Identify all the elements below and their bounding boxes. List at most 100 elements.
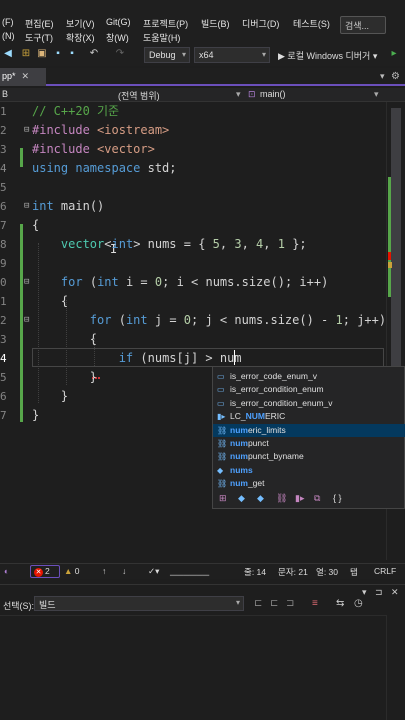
completion-item[interactable]: ▭ is_error_condition_enum_v (213, 397, 405, 410)
code-line[interactable]: 9 (0, 254, 405, 273)
code-line[interactable]: 8 vector<int> nums = { 5, 3, 4, 1 }; (0, 235, 405, 254)
new-file-icon[interactable]: ⊞ (20, 48, 32, 60)
menu-git[interactable]: Git(G) (106, 17, 131, 27)
eol-indicator[interactable]: CRLF (374, 566, 396, 576)
completion-item[interactable]: ◆ nums (213, 464, 405, 477)
output-source-dropdown[interactable]: 빌드 ▾ (34, 596, 244, 611)
more-icon[interactable]: ▸ (388, 48, 400, 60)
menu-view[interactable]: 보기(V) (66, 17, 95, 30)
completion-filter-icon[interactable]: ⛓ (276, 493, 287, 504)
fold-toggle-icon[interactable]: ⊟ (24, 311, 29, 330)
arrow-down-icon[interactable]: ↓ (122, 566, 126, 576)
menu-edit[interactable]: 편집(E) (25, 17, 54, 30)
close-icon[interactable]: ✕ (22, 71, 30, 81)
fold-toggle-icon[interactable]: ⊟ (24, 121, 29, 140)
completion-filter-icon[interactable]: ◆ (257, 493, 264, 504)
clear-all-icon[interactable]: ≡ (312, 598, 318, 609)
code-token: <vector> (97, 142, 155, 156)
word-wrap-icon[interactable]: ⇆ (336, 598, 344, 609)
chevron-down-icon: ▾ (236, 89, 241, 99)
menu-project[interactable]: 프로젝트(P) (143, 17, 188, 30)
completion-item[interactable]: ⛓ numpunct (213, 437, 405, 450)
completion-filter-icon[interactable]: ⊞ (219, 493, 227, 504)
fold-toggle-icon[interactable]: ⊟ (24, 197, 29, 216)
completion-item[interactable]: ▮▸ LC_NUMERIC (213, 410, 405, 423)
code-line[interactable]: 3 #include <vector> (0, 140, 405, 159)
code-line[interactable]: 2 ⊟ #include <iostream> (0, 121, 405, 140)
chevron-down-icon[interactable]: ▾ (380, 71, 385, 82)
code-line[interactable]: 1 // C++20 기준 (0, 102, 405, 121)
back-icon[interactable]: ◀ (2, 48, 14, 60)
error-count-badge[interactable]: ✕ 2 (30, 565, 60, 578)
save-icon[interactable]: ▪ (52, 48, 64, 60)
redo-icon[interactable]: ↷ (114, 48, 126, 60)
completion-rest: eric_limits (247, 424, 286, 435)
tab-source-file[interactable]: pp* ✕ (0, 68, 46, 86)
code-line[interactable]: 3 { (0, 330, 405, 349)
code-token: { (89, 332, 98, 346)
function-dropdown[interactable]: main() (260, 89, 286, 99)
line-number: 3 (0, 143, 7, 156)
next-message-icon[interactable]: ⊐ (286, 598, 294, 609)
arrow-up-icon[interactable]: ↑ (102, 566, 106, 576)
warning-count[interactable]: ▲ 0 (64, 566, 80, 576)
code-text: } (32, 406, 39, 425)
prev-message-icon[interactable]: ⊏ (270, 598, 278, 609)
platform-dropdown[interactable]: x64 ▾ (194, 47, 270, 63)
search-input[interactable]: 검색... (340, 16, 386, 34)
gear-icon[interactable]: ⚙ (391, 71, 400, 82)
output-vertical-scrollbar[interactable] (386, 615, 405, 720)
code-line[interactable]: 2 ⊟ for (int j = 0; j < nums.size() - 1; … (0, 311, 405, 330)
line-number: 4 (0, 162, 7, 175)
line-number: 5 (0, 181, 7, 194)
project-scope[interactable]: B (2, 89, 8, 99)
menu-file[interactable]: (F) (2, 17, 14, 27)
code-token: std; (147, 161, 177, 175)
menu-build[interactable]: 빌드(B) (201, 17, 230, 30)
menu-debug[interactable]: 디버그(D) (242, 17, 279, 30)
completion-filter-icon[interactable]: { } (333, 493, 342, 503)
undo-icon[interactable]: ↶ (88, 48, 100, 60)
code-line[interactable]: 5 (0, 178, 405, 197)
menu-test[interactable]: 테스트(S) (293, 17, 330, 30)
code-line[interactable]: 1 { (0, 292, 405, 311)
code-token: int (125, 313, 148, 327)
code-line[interactable]: 0 ⊟ for (int i = 0; i < nums.size(); i++) (0, 273, 405, 292)
completion-filter-icon[interactable]: ⧉ (314, 493, 320, 504)
scrollbar-thumb[interactable] (391, 108, 401, 368)
menu-help[interactable]: 도움말(H) (143, 31, 180, 44)
save-all-icon[interactable]: ▪ (66, 48, 78, 60)
zoom-bar[interactable]: ▁▁▁▁▁▁ (170, 566, 209, 577)
menu-window-new[interactable]: (N) (2, 31, 15, 41)
tab-indicator[interactable]: 탭 (350, 566, 358, 578)
find-message-icon[interactable]: ⊏ (254, 598, 262, 609)
brush-icon[interactable]: ✓▾ (148, 566, 159, 577)
menu-extensions[interactable]: 확장(X) (66, 31, 95, 44)
scope-dropdown[interactable]: (전역 범위) (118, 89, 160, 102)
run-debugger-button[interactable]: ▶ 로컬 Windows 디버거 ▾ (274, 47, 382, 63)
menu-window[interactable]: 창(W) (106, 31, 129, 44)
menu-tools[interactable]: 도구(T) (25, 31, 53, 44)
completion-match: num (230, 478, 248, 489)
completion-item[interactable]: ▭ is_error_code_enum_v (213, 370, 405, 383)
line-number: 2 (0, 314, 7, 327)
code-token: 3 (234, 237, 242, 251)
completion-match: nums (230, 464, 253, 475)
code-line[interactable]: 4 using namespace std; (0, 159, 405, 178)
open-folder-icon[interactable]: ▣ (36, 48, 48, 60)
completion-item[interactable]: ⛓ numpunct_byname (213, 450, 405, 463)
code-line[interactable]: 7{ (0, 216, 405, 235)
code-line[interactable]: 6 ⊟ int main() (0, 197, 405, 216)
code-token: i = (125, 275, 155, 289)
completion-prefix: LC_ (230, 411, 246, 422)
configuration-dropdown[interactable]: Debug ▾ (144, 47, 190, 63)
completion-item[interactable]: ⛓ numeric_limits (213, 423, 405, 437)
completion-filter-icon[interactable]: ▮▸ (295, 493, 304, 504)
completion-filter-icon[interactable]: ◆ (238, 493, 245, 504)
output-text-area[interactable] (0, 615, 386, 720)
copilot-icon[interactable]: ◐ (4, 566, 9, 576)
completion-item[interactable]: ⛓ num_get (213, 477, 405, 490)
fold-toggle-icon[interactable]: ⊟ (24, 273, 29, 292)
clock-icon[interactable]: ◷ (354, 598, 363, 609)
completion-item[interactable]: ▭ is_error_condition_enum (213, 383, 405, 396)
